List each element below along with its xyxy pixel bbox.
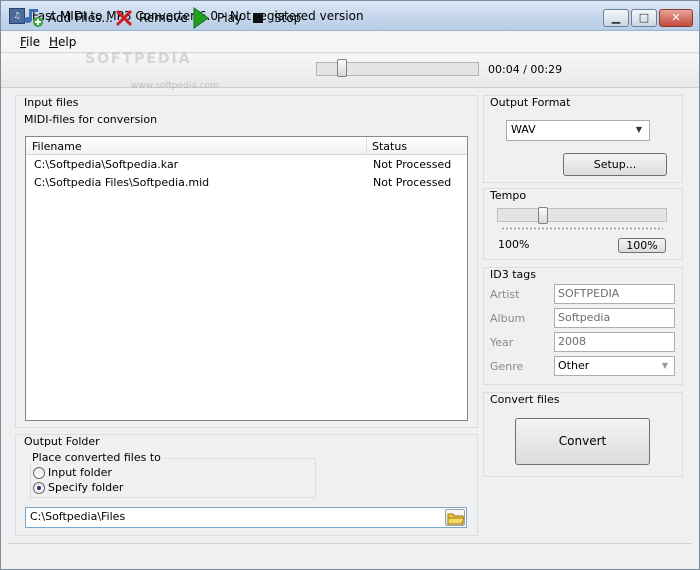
add-files-label: Add Files... bbox=[48, 11, 113, 25]
output-folder-title: Output Folder bbox=[22, 435, 102, 448]
play-button[interactable]: Play bbox=[192, 7, 244, 29]
status-bar bbox=[8, 543, 692, 563]
time-display: 00:04 / 00:29 bbox=[488, 63, 563, 76]
tempo-value: 100% bbox=[498, 238, 530, 251]
menu-help[interactable]: Help bbox=[49, 35, 76, 49]
play-label: Play bbox=[217, 11, 243, 25]
row-status: Not Processed bbox=[373, 158, 452, 171]
remove-icon bbox=[115, 9, 133, 27]
row-filename: C:\Softpedia\Softpedia.kar bbox=[34, 158, 179, 171]
artist-label: Artist bbox=[490, 288, 520, 301]
stop-button[interactable]: Stop bbox=[252, 7, 304, 29]
column-filename[interactable]: Filename bbox=[32, 140, 82, 153]
id3-tags-title: ID3 tags bbox=[488, 268, 538, 281]
specify-folder-radio[interactable] bbox=[33, 482, 45, 494]
add-files-button[interactable]: Add Files... bbox=[21, 7, 113, 29]
tempo-slider-thumb[interactable] bbox=[537, 207, 548, 224]
input-files-subtitle: MIDI-files for conversion bbox=[24, 113, 158, 126]
album-label: Album bbox=[490, 312, 526, 325]
year-field[interactable]: 2008 bbox=[554, 332, 675, 352]
table-row[interactable]: C:\Softpedia Files\Softpedia.mid Not Pro… bbox=[26, 174, 467, 192]
remove-label: Remove bbox=[139, 11, 188, 25]
setup-button[interactable]: Setup... bbox=[563, 153, 667, 176]
tempo-slider[interactable] bbox=[497, 208, 667, 222]
watermark-url: www.softpedia.com bbox=[131, 81, 219, 91]
tempo-reset-button[interactable]: 100% bbox=[618, 238, 666, 253]
input-files-title: Input files bbox=[22, 96, 81, 109]
tempo-title: Tempo bbox=[488, 189, 529, 202]
browse-folder-button[interactable] bbox=[445, 509, 465, 526]
convert-files-title: Convert files bbox=[488, 393, 562, 406]
column-status[interactable]: Status bbox=[372, 140, 407, 153]
album-field[interactable]: Softpedia bbox=[554, 308, 675, 328]
tempo-ticks bbox=[501, 227, 663, 230]
genre-select-value: Other bbox=[558, 359, 590, 372]
add-file-icon bbox=[24, 9, 43, 27]
artist-field[interactable]: SOFTPEDIA bbox=[554, 284, 675, 304]
minimize-button[interactable]: ▁ bbox=[603, 9, 629, 27]
file-list[interactable]: Filename Status C:\Softpedia\Softpedia.k… bbox=[25, 136, 468, 421]
app-window: ♫ Fast MIDI to MP3 Converter 6.0 - Not r… bbox=[0, 0, 700, 570]
output-format-title: Output Format bbox=[488, 96, 573, 109]
menu-file[interactable]: File bbox=[20, 35, 40, 49]
remove-button[interactable]: Remove bbox=[114, 7, 188, 29]
play-icon bbox=[193, 7, 209, 29]
chevron-down-icon: ▼ bbox=[661, 361, 669, 370]
maximize-button[interactable]: □ bbox=[631, 9, 657, 27]
seek-slider-thumb[interactable] bbox=[336, 59, 347, 77]
close-button[interactable]: ✕ bbox=[659, 9, 693, 27]
output-folder-input[interactable]: C:\Softpedia\Files bbox=[25, 507, 467, 528]
genre-select[interactable]: Other ▼ bbox=[554, 356, 675, 376]
row-status: Not Processed bbox=[373, 176, 452, 189]
input-folder-label[interactable]: Input folder bbox=[48, 466, 112, 479]
menu-bar: File Help bbox=[1, 31, 699, 53]
file-list-header: Filename Status bbox=[26, 137, 467, 155]
specify-folder-label[interactable]: Specify folder bbox=[48, 481, 123, 494]
format-select[interactable]: WAV ▼ bbox=[506, 120, 650, 141]
convert-button[interactable]: Convert bbox=[515, 418, 650, 465]
stop-icon bbox=[253, 13, 263, 23]
folder-icon bbox=[447, 513, 465, 525]
row-filename: C:\Softpedia Files\Softpedia.mid bbox=[34, 176, 210, 189]
place-files-title: Place converted files to bbox=[30, 451, 163, 464]
input-folder-radio[interactable] bbox=[33, 467, 45, 479]
column-separator[interactable] bbox=[366, 137, 367, 155]
genre-label: Genre bbox=[490, 360, 524, 373]
table-row[interactable]: C:\Softpedia\Softpedia.kar Not Processed bbox=[26, 156, 467, 174]
format-select-value: WAV bbox=[511, 123, 536, 136]
watermark-text: SOFTPEDIA bbox=[85, 51, 192, 67]
stop-label: Stop bbox=[274, 11, 302, 25]
chevron-down-icon: ▼ bbox=[635, 125, 643, 134]
year-label: Year bbox=[490, 336, 514, 349]
